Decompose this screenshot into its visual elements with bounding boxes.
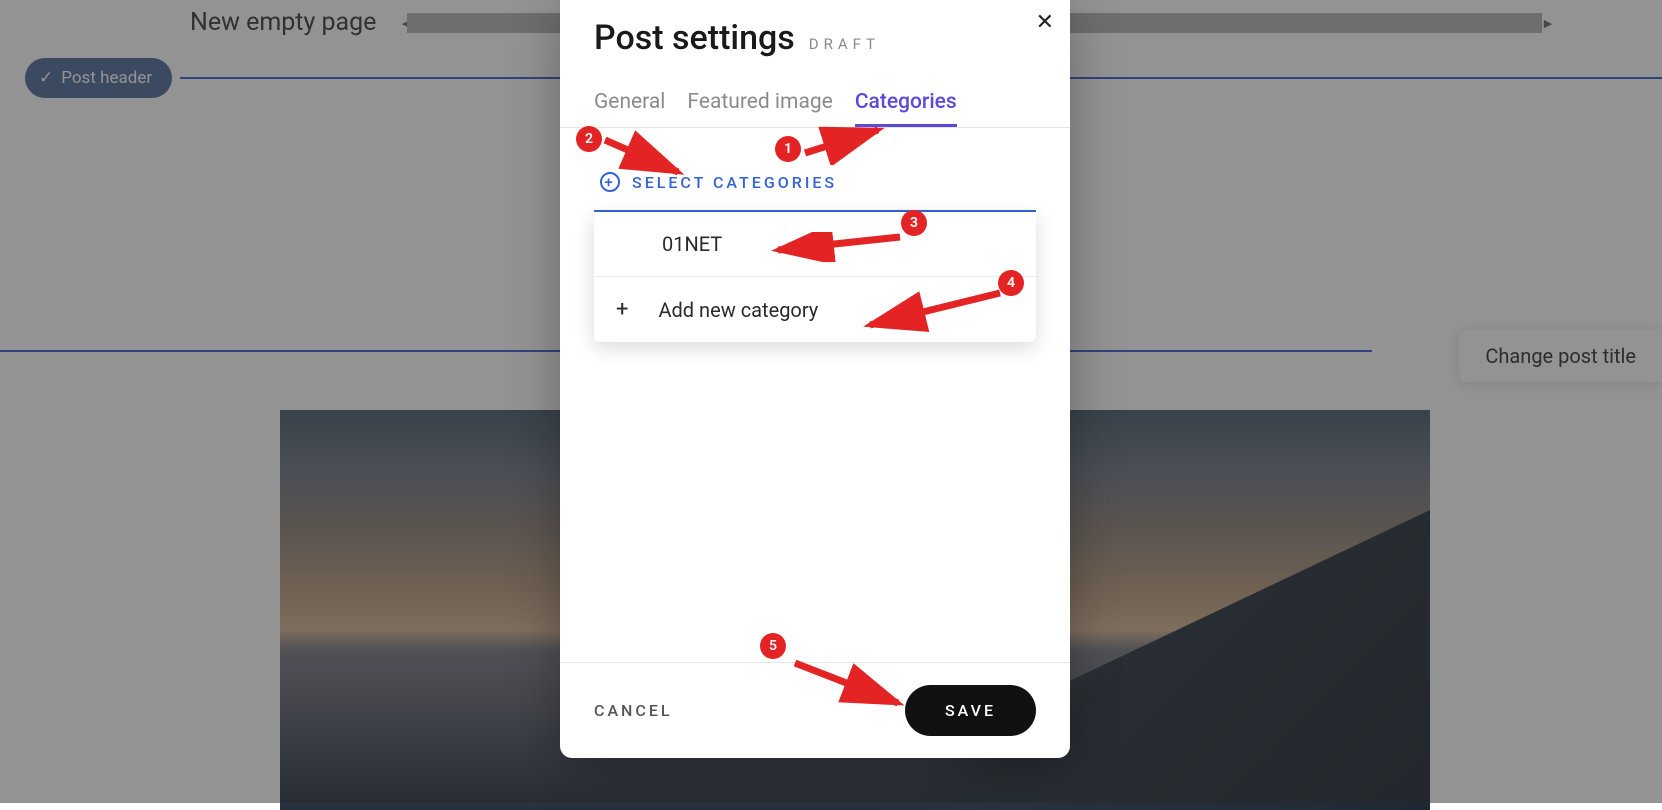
annotation-arrow-icon <box>600 130 690 180</box>
annotation-arrow-icon <box>800 125 890 165</box>
modal-status-badge: DRAFT <box>809 35 880 53</box>
tab-general[interactable]: General <box>594 90 665 127</box>
cancel-button[interactable]: CANCEL <box>594 701 673 720</box>
modal-title: Post settings <box>594 18 795 58</box>
close-icon[interactable]: ✕ <box>1036 10 1054 35</box>
annotation-badge-2: 2 <box>576 126 602 152</box>
annotation-badge-4: 4 <box>998 270 1024 296</box>
modal-tabs: General Featured image Categories <box>560 58 1070 128</box>
post-settings-modal: ✕ Post settings DRAFT General Featured i… <box>560 0 1070 758</box>
tab-featured-image[interactable]: Featured image <box>687 90 832 127</box>
annotation-arrow-icon <box>770 232 910 262</box>
annotation-arrow-icon <box>860 285 1010 335</box>
annotation-badge-5: 5 <box>760 633 786 659</box>
modal-body: + SELECT CATEGORIES 01NET + Add new cate… <box>560 128 1070 662</box>
save-button[interactable]: SAVE <box>905 685 1036 736</box>
tab-categories[interactable]: Categories <box>855 90 957 127</box>
annotation-arrow-icon <box>790 655 910 715</box>
modal-header: Post settings DRAFT <box>560 0 1070 58</box>
plus-icon: + <box>616 297 628 322</box>
annotation-badge-1: 1 <box>775 136 801 162</box>
annotation-badge-3: 3 <box>901 210 927 236</box>
add-new-category-label: Add new category <box>658 298 818 322</box>
